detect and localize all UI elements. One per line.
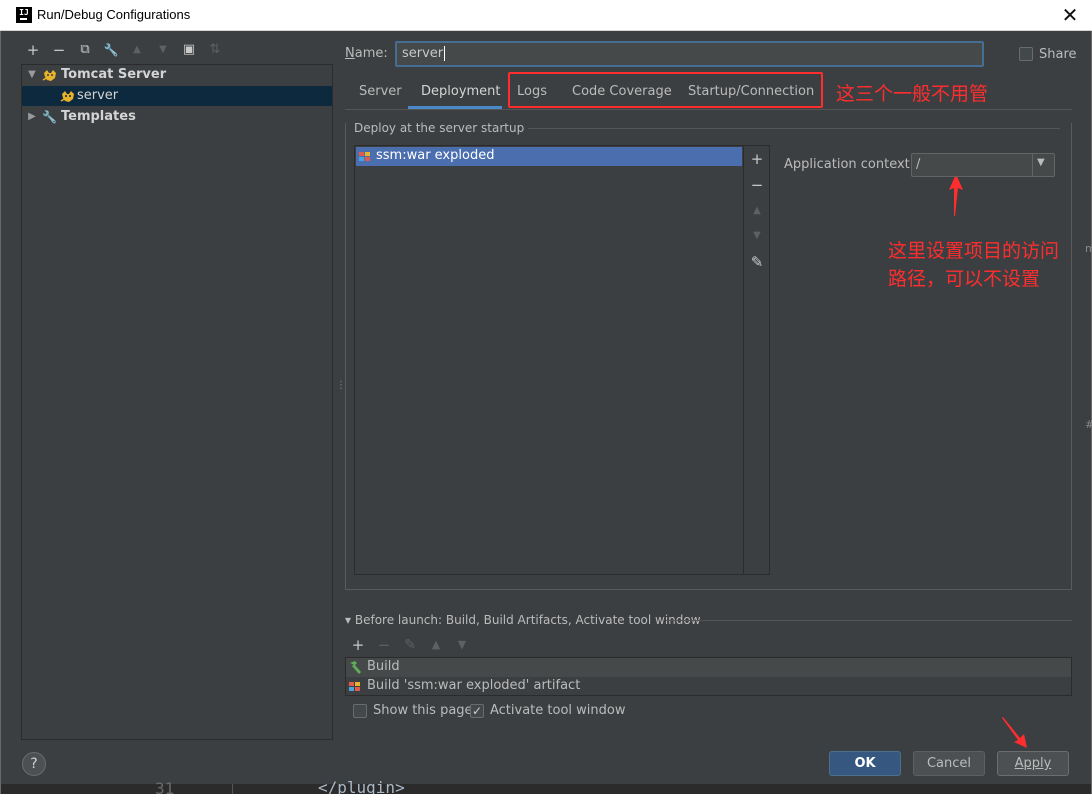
before-launch-text: Before launch: Build, Build Artifacts, A… [354,613,701,627]
sort-icon[interactable]: ⇅ [206,41,224,59]
annotation-tabs-note: 这三个一般不用管 [836,83,989,105]
wrench-icon[interactable]: 🔧 [102,41,120,59]
background-edge-glyph: # [1085,418,1092,431]
copy-icon[interactable]: ⧉ [76,41,94,59]
tree-item-server[interactable]: server [22,86,332,106]
tomcat-icon [42,70,56,81]
activate-tool-window-label[interactable]: Activate tool window [490,703,625,718]
edit-pencil-icon[interactable]: ✎ [746,253,768,271]
application-context-combo[interactable] [911,153,1055,177]
group-title-rule [500,128,1060,129]
tree-item-templates[interactable]: ▶ 🔧 Templates [22,107,332,127]
before-launch-rule [666,620,1072,621]
tree-label-tomcat-server: Tomcat Server [61,67,167,82]
name-value: server [402,46,444,61]
configurations-tree[interactable]: ▼ Tomcat Server server ▶ 🔧 Templates [21,64,333,740]
add-icon[interactable]: + [24,41,42,59]
name-label: Name: [345,46,388,61]
window-title: Run/Debug Configurations [37,7,191,22]
cancel-button[interactable]: Cancel [913,751,985,776]
combo-divider [1032,154,1033,176]
expand-triangle-icon[interactable]: ▾ [345,613,351,627]
list-item[interactable] [346,658,1071,677]
show-page-checkbox[interactable] [353,704,367,718]
annotation-highlight-box [508,72,823,108]
artifact-icon [349,682,360,691]
chevron-down-icon[interactable]: ▼ [1037,157,1045,168]
editor-code-text: </plugin> [318,778,405,794]
background-edge-glyph: m [1085,242,1092,255]
application-context-label: Application context: [784,157,915,172]
add-artifact-icon[interactable]: + [746,150,768,168]
task-build-label: Build [367,659,400,674]
show-page-label[interactable]: Show this page [373,703,473,718]
editor-line-number: 31 [155,779,175,794]
ok-button[interactable]: OK [829,751,901,776]
wrench-icon: 🔧 [42,110,57,124]
close-icon[interactable]: ✕ [1058,3,1082,27]
tree-label-templates: Templates [61,109,136,124]
collapse-arrow-icon[interactable]: ▶ [26,107,38,127]
tabs-divider [345,109,1072,110]
tomcat-icon [60,91,74,102]
move-up-icon[interactable]: ▲ [746,202,768,220]
remove-task-icon[interactable]: − [375,636,393,654]
artifact-icon [359,152,370,161]
move-down-icon[interactable]: ▼ [746,227,768,245]
deployment-group-title: Deploy at the server startup [354,121,529,135]
task-build-artifact-label: Build 'ssm:war exploded' artifact [367,678,581,693]
panel-splitter[interactable]: ⋮ [336,381,346,398]
share-label[interactable]: Share [1039,47,1077,62]
application-context-value[interactable]: / [916,157,920,172]
before-launch-title[interactable]: ▾ Before launch: Build, Build Artifacts,… [345,613,701,627]
tree-item-tomcat-server[interactable]: ▼ Tomcat Server [22,65,332,85]
artifact-label: ssm:war exploded [376,148,495,163]
intellij-app-icon: IJ [16,7,32,23]
move-up-icon[interactable]: ▲ [128,41,146,59]
add-task-icon[interactable]: + [349,636,367,654]
move-down-icon[interactable]: ▼ [154,41,172,59]
activate-tool-window-checkbox[interactable]: ✓ [470,704,484,718]
annotation-arrow-down-icon [1002,717,1027,748]
move-down-icon[interactable]: ▼ [453,636,471,654]
tab-deployment[interactable]: Deployment [421,84,501,108]
text-caret [444,46,446,61]
name-label-rest: ame: [354,46,388,61]
apply-label: Apply [1014,756,1052,771]
tree-label-server: server [77,88,119,103]
expand-arrow-icon[interactable]: ▼ [26,65,38,85]
folder-add-icon[interactable]: ▣ [180,41,198,59]
help-button[interactable]: ? [22,752,46,776]
editor-gutter-line [232,784,233,794]
tab-server[interactable]: Server [359,84,402,108]
apply-button[interactable]: Apply [997,751,1069,776]
hammer-icon [350,661,361,674]
artifact-list[interactable] [354,145,744,575]
edit-task-icon[interactable]: ✎ [401,636,419,654]
move-up-icon[interactable]: ▲ [427,636,445,654]
name-input[interactable]: server [395,41,984,67]
share-checkbox[interactable] [1019,47,1033,61]
remove-artifact-icon[interactable]: − [746,176,768,194]
remove-icon[interactable]: − [50,41,68,59]
window-border-left [0,31,1,794]
